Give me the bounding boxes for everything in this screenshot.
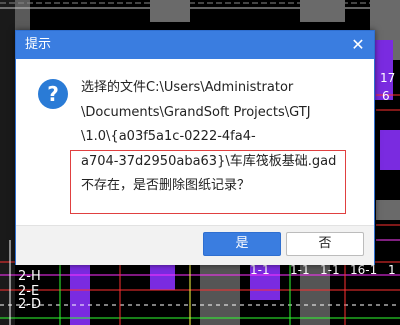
no-button[interactable]: 否 — [286, 232, 364, 256]
message-line: a704-37d2950aba63}\车库筏板基础.gad — [81, 153, 337, 169]
dialog-footer: 是 否 — [16, 225, 374, 265]
close-icon[interactable]: ✕ — [348, 35, 368, 55]
cad-label: 1 — [388, 263, 396, 277]
message-line: \1.0\{a03f5a1c-0222-4fa4- — [81, 129, 256, 144]
cad-label: 1-1 — [290, 263, 310, 277]
cad-label: 1-1 — [250, 263, 270, 277]
yes-button[interactable]: 是 — [203, 232, 281, 256]
dialog-titlebar[interactable]: 提示 ✕ — [16, 31, 374, 59]
cad-label: 2-H — [18, 269, 41, 284]
cad-label: 2-D — [18, 297, 41, 312]
cad-label: 1-1 — [320, 263, 340, 277]
message-line: \Documents\GrandSoft Projects\GTJ — [81, 104, 311, 120]
message-line: 选择的文件C:\Users\Administrator — [81, 80, 294, 95]
dialog-title: 提示 — [25, 37, 52, 52]
message-line: 不存在，是否删除图纸记录？ — [81, 178, 251, 193]
cad-label: 16-1 — [350, 263, 377, 277]
cad-label: 6 — [382, 89, 390, 103]
cad-label: 17 — [380, 71, 395, 85]
prompt-dialog: 提示 ✕ ? 选择的文件C:\Users\Administrator \Docu… — [15, 30, 375, 265]
dialog-message: 选择的文件C:\Users\Administrator \Documents\G… — [81, 76, 371, 199]
question-icon: ? — [38, 79, 68, 109]
